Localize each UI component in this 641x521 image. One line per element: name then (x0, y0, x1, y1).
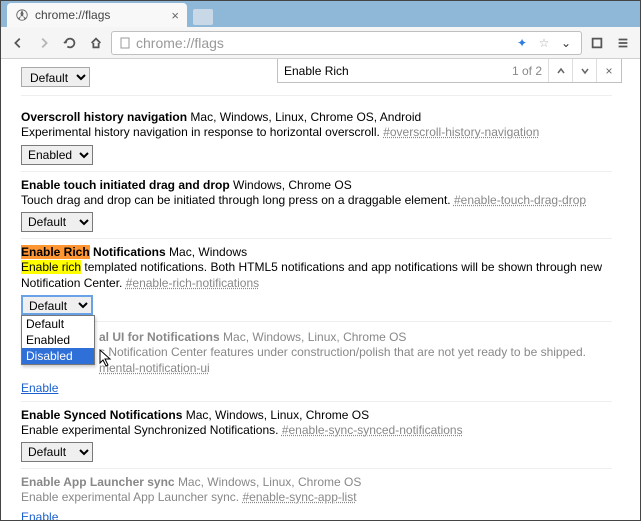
flag-desc: Enable rich templated notifications. Bot… (21, 260, 612, 291)
back-button[interactable] (7, 32, 29, 54)
new-tab-button[interactable] (193, 9, 213, 25)
enable-link[interactable]: Enable (21, 381, 58, 395)
flag-hashlink[interactable]: mental-notification-ui (99, 361, 210, 375)
flag-title: Enable Rich Notifications Mac, Windows (21, 245, 612, 259)
omnibox[interactable]: chrome://flags ✦ ☆ ⌄ (111, 31, 582, 55)
top-select[interactable]: Default (21, 67, 90, 87)
flag-desc: Enable experimental Synchronized Notific… (21, 423, 612, 439)
flag-title: Overscroll history navigation Mac, Windo… (21, 110, 612, 124)
option-disabled[interactable]: Disabled (22, 348, 94, 364)
flag-select[interactable]: Default (21, 442, 93, 462)
flag-desc: Experimental history navigation in respo… (21, 125, 612, 141)
flag-desc: Touch drag and drop can be initiated thr… (21, 193, 612, 209)
search-highlight-current: Enable Rich (21, 245, 90, 259)
option-default[interactable]: Default (22, 316, 94, 332)
flag-select-open[interactable]: Default (21, 295, 93, 315)
tab-bar: chrome://flags × (1, 1, 640, 27)
flag-experimental-notif-ui: al UI for Notifications Mac, Windows, Li… (21, 324, 612, 401)
document-icon (118, 36, 132, 50)
tab-active[interactable]: chrome://flags × (7, 3, 187, 27)
reload-button[interactable] (59, 32, 81, 54)
content-area: 1 of 2 × Default Overscroll history navi… (1, 59, 640, 520)
flag-desc: s Notification Center features under con… (21, 345, 612, 376)
flag-synced-notifications: Enable Synced Notifications Mac, Windows… (21, 402, 612, 470)
menu-button[interactable] (612, 32, 634, 54)
flag-app-launcher-sync: Enable App Launcher sync Mac, Windows, L… (21, 469, 612, 520)
flag-desc: Enable experimental App Launcher sync. #… (21, 490, 612, 506)
flag-title: al UI for Notifications Mac, Windows, Li… (21, 330, 612, 344)
close-icon[interactable]: × (171, 8, 179, 23)
flag-hashlink[interactable]: #enable-rich-notifications (126, 276, 259, 290)
fullscreen-button[interactable] (586, 32, 608, 54)
flags-scroll[interactable]: Default Overscroll history navigation Ma… (1, 59, 640, 520)
flag-touch-drag: Enable touch initiated drag and drop Win… (21, 172, 612, 240)
toolbar: chrome://flags ✦ ☆ ⌄ (1, 27, 640, 59)
pocket-icon[interactable]: ⌄ (557, 34, 575, 52)
tab-title: chrome://flags (35, 8, 110, 22)
url-text: chrome://flags (136, 35, 509, 51)
flag-select[interactable]: Default (21, 212, 93, 232)
flag-hashlink[interactable]: #enable-sync-synced-notifications (282, 423, 463, 437)
enable-link[interactable]: Enable (21, 510, 58, 520)
flag-rich-notifications: Enable Rich Notifications Mac, Windows E… (21, 239, 612, 322)
flag-hashlink[interactable]: #overscroll-history-navigation (383, 125, 539, 139)
compass-icon[interactable]: ✦ (513, 34, 531, 52)
forward-button[interactable] (33, 32, 55, 54)
flag-title: Enable touch initiated drag and drop Win… (21, 178, 612, 192)
home-button[interactable] (85, 32, 107, 54)
select-dropdown: Default Enabled Disabled (21, 315, 95, 365)
browser-window: chrome://flags × chrome://flags ✦ ☆ ⌄ 1 … (1, 1, 640, 520)
flag-hashlink[interactable]: #enable-sync-app-list (242, 490, 356, 504)
flag-title: Enable App Launcher sync Mac, Windows, L… (21, 475, 612, 489)
radiation-icon (15, 8, 29, 22)
star-icon[interactable]: ☆ (535, 34, 553, 52)
flag-title: Enable Synced Notifications Mac, Windows… (21, 408, 612, 422)
option-enabled[interactable]: Enabled (22, 332, 94, 348)
search-highlight: Enable rich (21, 260, 81, 274)
flag-select[interactable]: Enabled (21, 145, 93, 165)
flag-overscroll: Overscroll history navigation Mac, Windo… (21, 104, 612, 172)
flag-hashlink[interactable]: #enable-touch-drag-drop (454, 193, 586, 207)
